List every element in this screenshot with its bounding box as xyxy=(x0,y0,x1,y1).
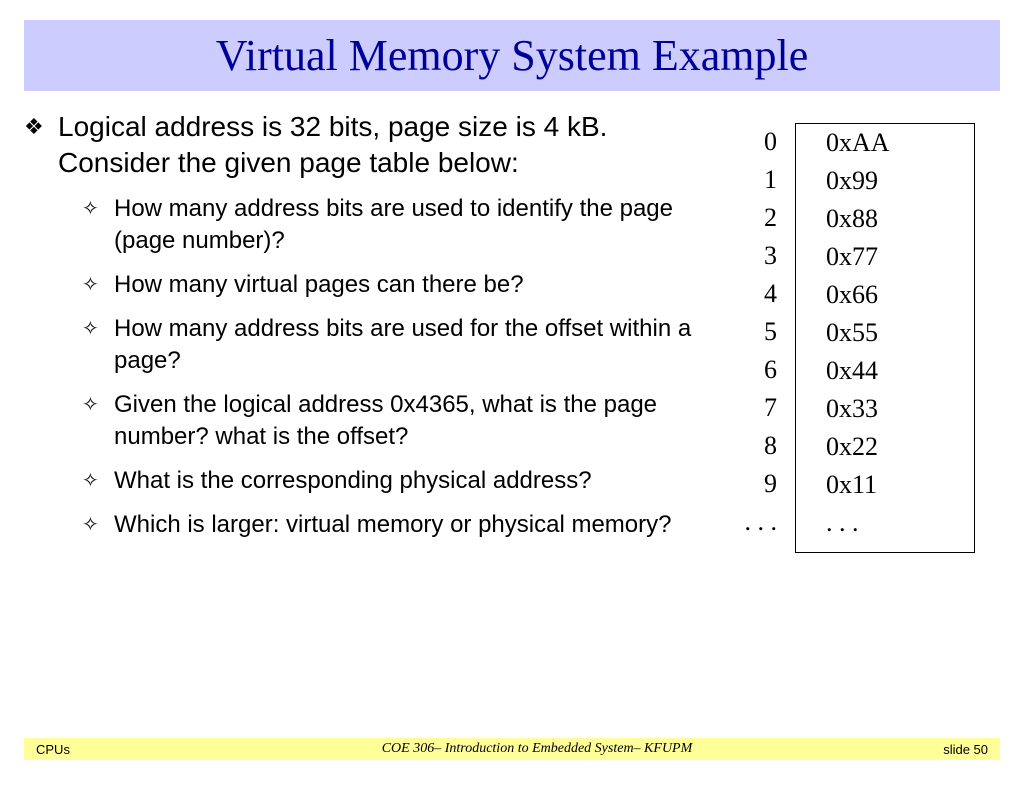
open-diamond-bullet-icon: ✧ xyxy=(82,269,104,301)
page-table-value-column: 0xAA 0x99 0x88 0x77 0x66 0x55 0x44 0x33 … xyxy=(795,123,975,553)
table-index: 0 xyxy=(720,123,777,161)
slide-title: Virtual Memory System Example xyxy=(24,30,1000,81)
sub-bullet: ✧ What is the corresponding physical add… xyxy=(82,465,710,497)
page-table-index-column: 0 1 2 3 4 5 6 7 8 9 . . . xyxy=(720,123,795,553)
open-diamond-bullet-icon: ✧ xyxy=(82,389,104,453)
table-index: 6 xyxy=(720,351,777,389)
sub-bullet: ✧ How many address bits are used for the… xyxy=(82,313,710,377)
table-index: 3 xyxy=(720,237,777,275)
page-table: 0 1 2 3 4 5 6 7 8 9 . . . 0xAA 0x99 0x88… xyxy=(720,109,1000,553)
sub-bullet-text: Given the logical address 0x4365, what i… xyxy=(114,389,710,453)
open-diamond-bullet-icon: ✧ xyxy=(82,465,104,497)
table-value: 0x77 xyxy=(826,238,974,276)
table-value: . . . xyxy=(826,504,974,542)
sub-bullet-text: How many address bits are used for the o… xyxy=(114,313,710,377)
diamond-bullet-icon: ❖ xyxy=(24,109,48,181)
table-value: 0x33 xyxy=(826,390,974,428)
table-index: 9 xyxy=(720,465,777,503)
table-index: 7 xyxy=(720,389,777,427)
text-content: ❖ Logical address is 32 bits, page size … xyxy=(24,109,720,553)
slide-content: ❖ Logical address is 32 bits, page size … xyxy=(0,91,1024,553)
sub-bullet: ✧ How many address bits are used to iden… xyxy=(82,193,710,257)
open-diamond-bullet-icon: ✧ xyxy=(82,509,104,541)
slide-footer: CPUs COE 306– Introduction to Embedded S… xyxy=(24,738,1000,760)
sub-bullet-text: How many address bits are used to identi… xyxy=(114,193,710,257)
table-value: 0x66 xyxy=(826,276,974,314)
table-index: 8 xyxy=(720,427,777,465)
footer-left: CPUs xyxy=(32,742,236,757)
sub-bullet-text: What is the corresponding physical addre… xyxy=(114,465,602,497)
table-value: 0x11 xyxy=(826,466,974,504)
main-bullet-text: Logical address is 32 bits, page size is… xyxy=(58,109,710,181)
table-value: 0xAA xyxy=(826,124,974,162)
sub-bullet-text: Which is larger: virtual memory or physi… xyxy=(114,509,681,541)
table-value: 0x55 xyxy=(826,314,974,352)
sub-bullet: ✧ Which is larger: virtual memory or phy… xyxy=(82,509,710,541)
main-bullet: ❖ Logical address is 32 bits, page size … xyxy=(24,109,710,181)
table-index: 1 xyxy=(720,161,777,199)
table-index: . . . xyxy=(720,503,777,541)
slide-title-bar: Virtual Memory System Example xyxy=(24,20,1000,91)
footer-center: COE 306– Introduction to Embedded System… xyxy=(236,741,838,757)
sub-bullet: ✧ How many virtual pages can there be? xyxy=(82,269,710,301)
footer-right: slide 50 xyxy=(838,742,992,757)
table-index: 5 xyxy=(720,313,777,351)
table-value: 0x88 xyxy=(826,200,974,238)
sub-bullet-text: How many virtual pages can there be? xyxy=(114,269,534,301)
table-value: 0x99 xyxy=(826,162,974,200)
sub-bullet: ✧ Given the logical address 0x4365, what… xyxy=(82,389,710,453)
open-diamond-bullet-icon: ✧ xyxy=(82,193,104,257)
table-index: 4 xyxy=(720,275,777,313)
open-diamond-bullet-icon: ✧ xyxy=(82,313,104,377)
table-index: 2 xyxy=(720,199,777,237)
table-value: 0x22 xyxy=(826,428,974,466)
table-value: 0x44 xyxy=(826,352,974,390)
